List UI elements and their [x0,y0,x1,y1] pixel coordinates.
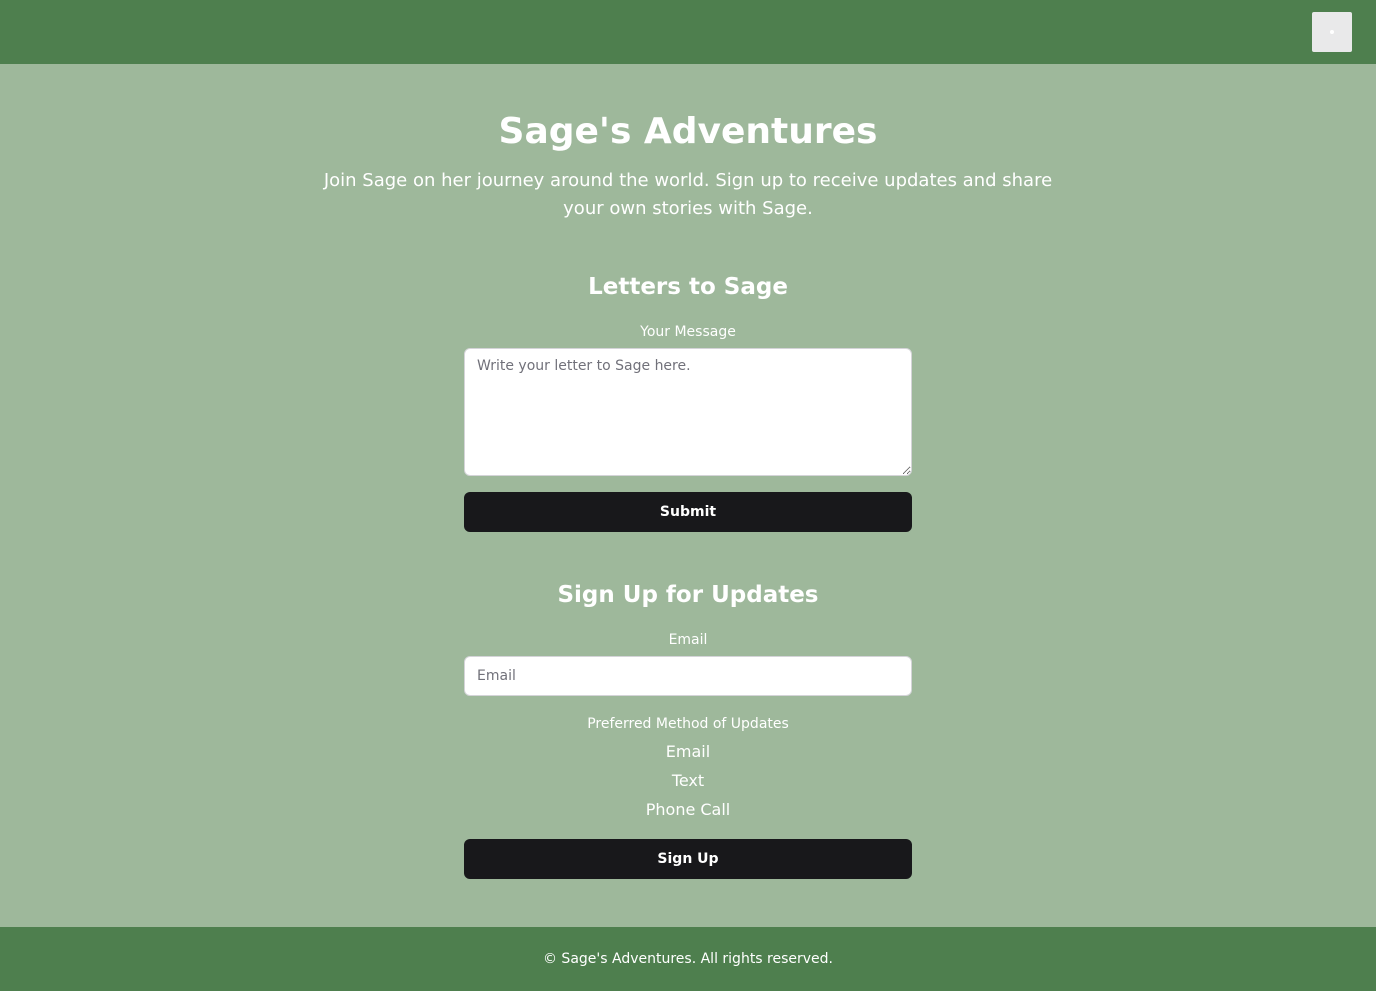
footer: © Sage's Adventures. All rights reserved… [0,927,1376,991]
footer-copyright: © Sage's Adventures. All rights reserved… [542,951,834,967]
message-label: Your Message [640,324,736,340]
menu-button[interactable] [1312,12,1352,52]
sign-up-button[interactable]: Sign Up [464,839,912,879]
signup-section-title: Sign Up for Updates [557,582,819,608]
method-option-phone-call[interactable]: Phone Call [0,798,1376,822]
message-textarea[interactable] [464,348,912,476]
method-label: Preferred Method of Updates [587,716,789,732]
main-content: Sage's Adventures Join Sage on her journ… [0,64,1376,927]
page-subtitle: Join Sage on her journey around the worl… [323,170,1053,219]
letters-section-title: Letters to Sage [588,274,788,300]
menu-icon [1330,30,1334,34]
email-label: Email [668,632,708,648]
method-option-email[interactable]: Email [0,740,1376,764]
email-input[interactable] [464,656,912,696]
top-bar [0,0,1376,64]
method-option-text[interactable]: Text [0,769,1376,793]
submit-button[interactable]: Submit [464,492,912,532]
page-title: Sage's Adventures [498,111,878,152]
